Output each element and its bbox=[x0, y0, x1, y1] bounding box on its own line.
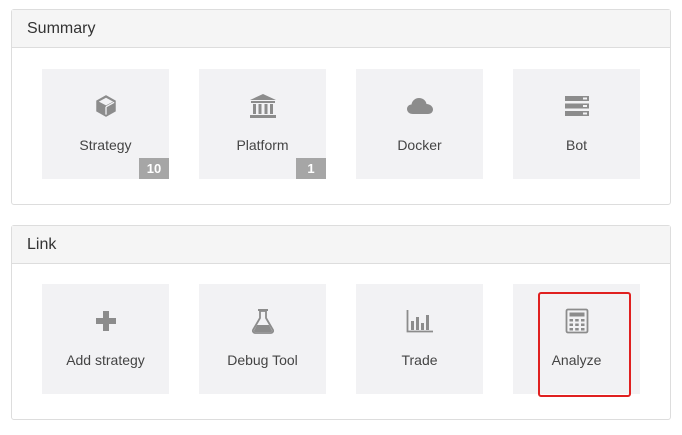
strategy-label: Strategy bbox=[79, 137, 132, 153]
debug-tool-tile[interactable]: Debug Tool bbox=[199, 284, 326, 394]
plus-icon bbox=[92, 308, 120, 334]
bot-tile[interactable]: Bot bbox=[513, 69, 640, 179]
strategy-count-badge: 10 bbox=[139, 158, 169, 179]
docker-label: Docker bbox=[397, 137, 442, 153]
link-panel: Link Add strategy Debug Tool Trade Analy… bbox=[11, 225, 671, 420]
docker-tile[interactable]: Docker bbox=[356, 69, 483, 179]
bar-chart-icon bbox=[406, 308, 434, 334]
add-strategy-label: Add strategy bbox=[66, 352, 145, 368]
link-panel-title: Link bbox=[12, 226, 670, 264]
summary-panel-title: Summary bbox=[12, 10, 670, 48]
flask-icon bbox=[249, 308, 277, 334]
add-strategy-tile[interactable]: Add strategy bbox=[42, 284, 169, 394]
strategy-tile[interactable]: Strategy 10 bbox=[42, 69, 169, 179]
platform-tile[interactable]: Platform 1 bbox=[199, 69, 326, 179]
trade-label: Trade bbox=[401, 352, 438, 368]
analyze-label: Analyze bbox=[551, 352, 602, 368]
platform-label: Platform bbox=[236, 137, 289, 153]
server-icon bbox=[563, 93, 591, 119]
calculator-icon bbox=[563, 308, 591, 334]
summary-panel: Summary Strategy 10 Platform 1 Docker Bo… bbox=[11, 9, 671, 205]
cloud-icon bbox=[406, 93, 434, 119]
trade-tile[interactable]: Trade bbox=[356, 284, 483, 394]
bot-label: Bot bbox=[565, 137, 587, 153]
analyze-tile[interactable]: Analyze bbox=[513, 284, 640, 394]
platform-count-badge: 1 bbox=[296, 158, 326, 179]
bank-icon bbox=[249, 93, 277, 119]
debug-tool-label: Debug Tool bbox=[227, 352, 298, 368]
cube-icon bbox=[92, 93, 120, 119]
